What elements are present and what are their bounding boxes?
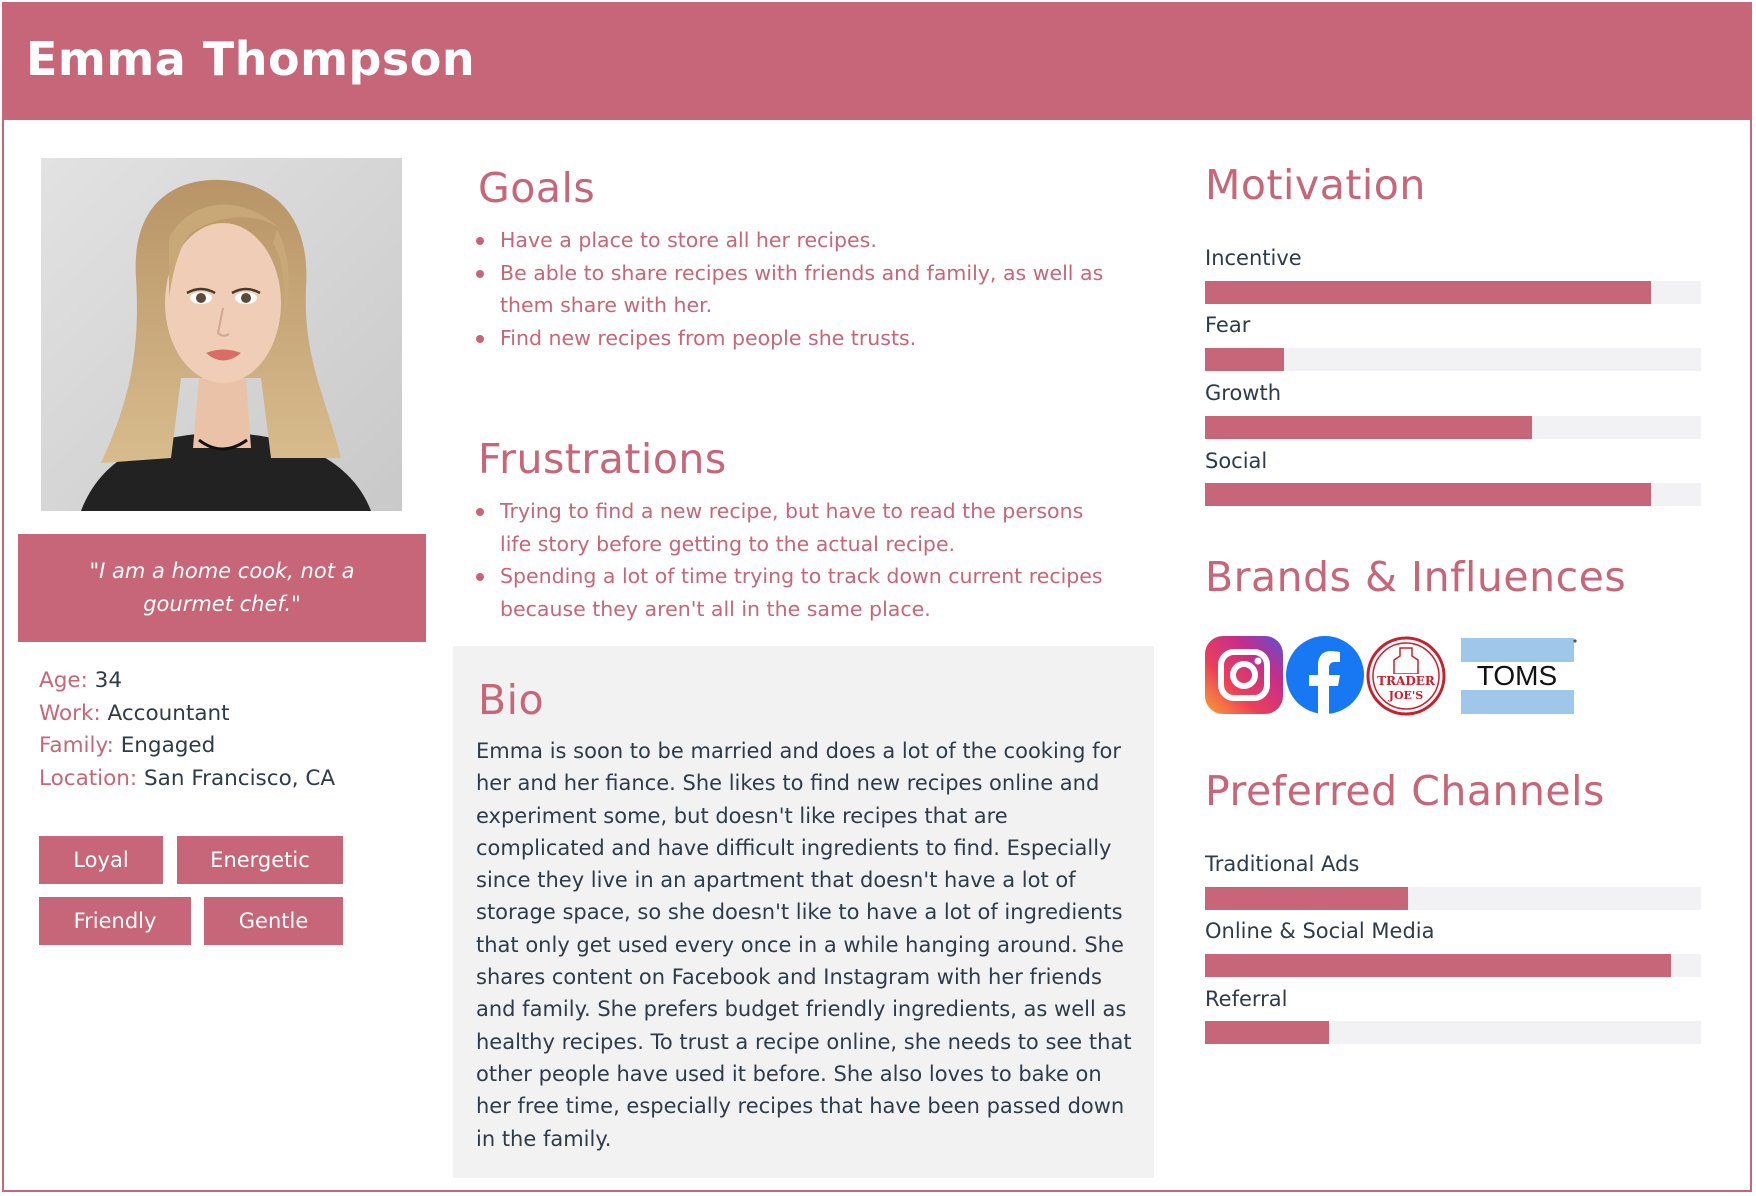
trader-joes-line2: JOE'S [1388,689,1424,702]
bar-fill [1205,483,1652,506]
fact-value: San Francisco, CA [144,765,336,791]
trait-tag-friendly: Friendly [39,897,191,945]
fact-label: Family: [39,733,114,758]
bar-fill [1205,348,1285,371]
quote-text: "I am a home cook, not a gourmet chef." [89,559,355,616]
motivation-bar-fear [1205,348,1701,371]
toms-wordmark: TOMS [1477,660,1557,691]
fact-value: Accountant [107,700,230,726]
frustrations-title: Frustrations [478,435,727,483]
bar-fill [1205,416,1533,439]
fact-label: Location: [39,765,138,791]
channel-bar-traditional [1205,887,1701,910]
brands-title: Brands & Influences [1205,553,1627,601]
channel-label-traditional: Traditional Ads [1205,852,1360,876]
fact-age: Age: 34 [39,665,335,698]
fact-family: Family: Engaged [39,730,335,763]
fact-location: Location: San Francisco, CA [39,763,335,796]
motivation-bar-social [1205,483,1701,506]
fact-work: Work: Accountant [39,698,335,731]
channel-label-online: Online & Social Media [1205,919,1435,943]
bar-fill [1205,887,1409,910]
motivation-bar-incentive [1205,281,1701,304]
fact-label: Work: [39,700,101,726]
trait-tag-energetic: Energetic [177,836,343,884]
persona-quote: "I am a home cook, not a gourmet chef." [18,534,426,642]
channels-title: Preferred Channels [1205,767,1605,815]
fact-value: 34 [94,668,123,693]
channel-label-referral: Referral [1205,987,1288,1011]
trait-tag-loyal: Loyal [39,836,163,884]
trader-joes-line1: TRADER [1377,674,1436,688]
motivation-bar-growth [1205,416,1701,439]
list-item: Be able to share recipes with friends an… [476,257,1116,322]
goals-title: Goals [478,164,596,212]
bar-fill [1205,281,1652,304]
motivation-label-social: Social [1205,449,1268,473]
list-item: Trying to find a new recipe, but have to… [476,495,1116,560]
fact-value: Engaged [120,733,216,758]
trader-joes-logo: TRADER JOE'S [1366,636,1446,716]
motivation-label-incentive: Incentive [1205,246,1302,270]
frustrations-list: Trying to find a new recipe, but have to… [476,495,1116,625]
fact-label: Age: [39,668,88,693]
facebook-icon [1286,636,1364,714]
portrait-illustration [41,158,402,511]
goals-list: Have a place to store all her recipes. B… [476,224,1116,354]
bio-text: Emma is soon to be married and does a lo… [476,739,1132,1151]
channel-bar-referral [1205,1021,1701,1044]
persona-name: Emma Thompson [26,32,476,86]
demographics: Age: 34 Work: Accountant Family: Engaged… [39,665,335,795]
motivation-label-fear: Fear [1205,313,1251,337]
motivation-title: Motivation [1205,161,1426,209]
instagram-icon [1205,636,1283,714]
persona-photo [41,158,402,511]
channel-bar-online [1205,954,1701,977]
list-item: Find new recipes from people she trusts. [476,322,1116,355]
motivation-label-growth: Growth [1205,381,1282,405]
bio-title: Bio [478,676,545,724]
header-banner: Emma Thompson [2,2,1752,120]
trait-tag-gentle: Gentle [204,897,343,945]
list-item: Have a place to store all her recipes. [476,224,1116,257]
bar-fill [1205,1021,1329,1044]
toms-logo: TOMS [1461,638,1577,714]
list-item: Spending a lot of time trying to track d… [476,560,1116,625]
bar-fill [1205,954,1672,977]
